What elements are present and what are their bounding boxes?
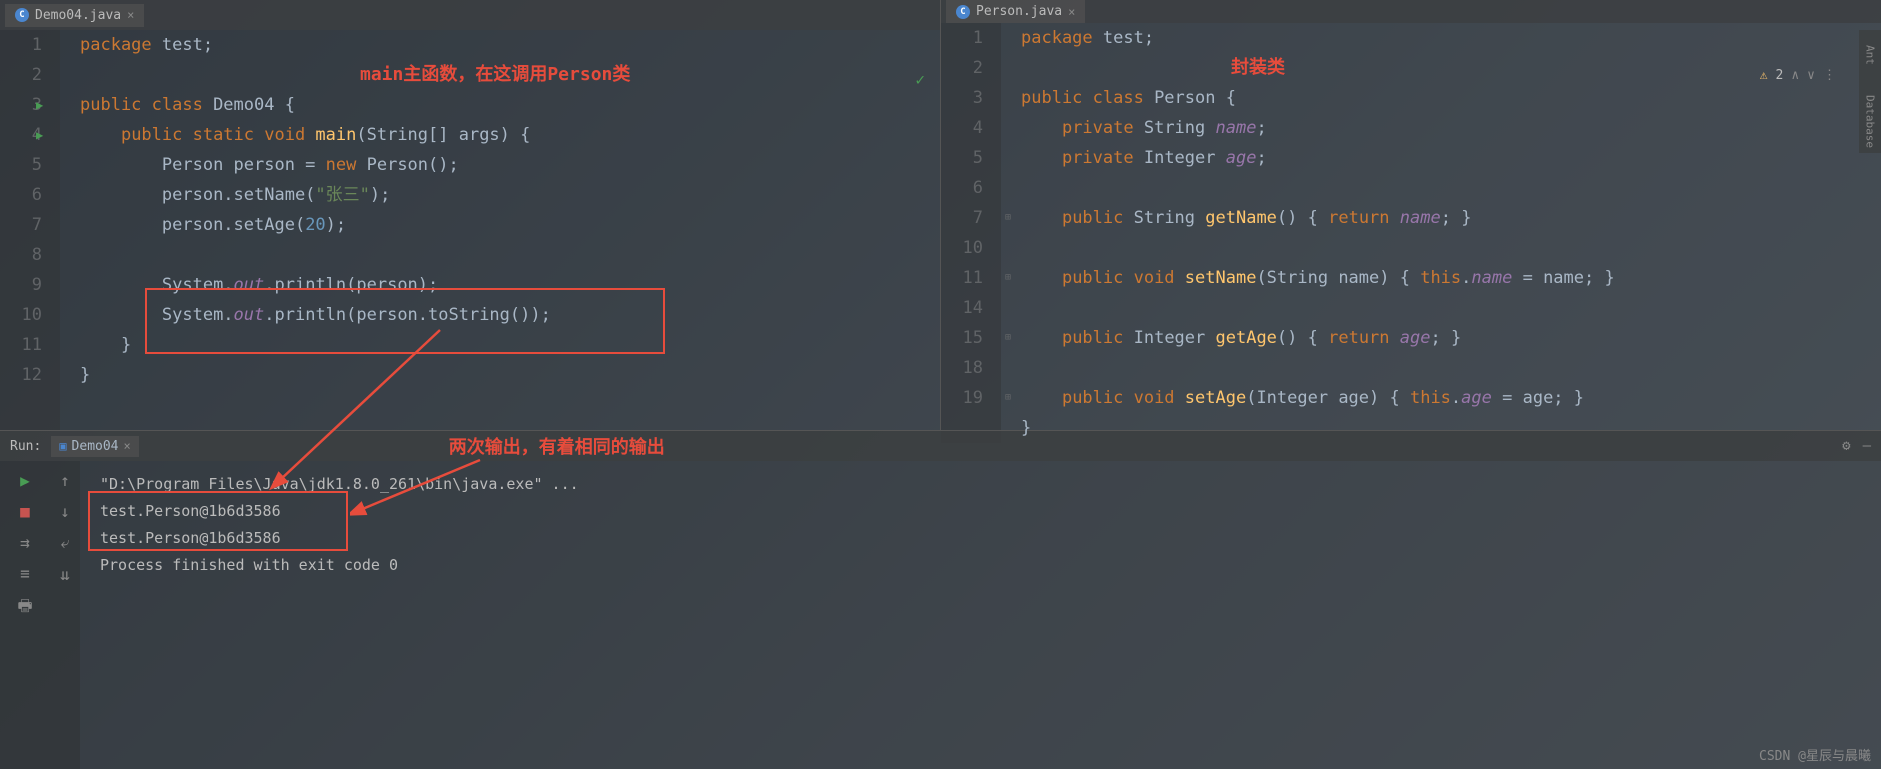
console-output[interactable]: "D:\Program Files\Java\jdk1.8.0_261\bin\… — [80, 461, 1881, 769]
code-area-right[interactable]: 1 2 3 4 5 6 7 10 11 14 15 18 19 封装类 — [941, 23, 1881, 443]
fold-icon[interactable]: ⊞ — [1005, 323, 1011, 353]
tab-bar-left: C Demo04.java × — [0, 0, 940, 30]
annotation-class: 封装类 — [1231, 53, 1285, 83]
annotation-main: main主函数，在这调用Person类 — [360, 60, 630, 90]
code-area-left[interactable]: 1 2 ▶3 ▶4 5 6 7 8 9 10 11 12 ✓ main主函数，在… — [0, 30, 940, 430]
warning-count: 2 — [1776, 61, 1784, 91]
console-toolbar-2: ↑ ↓ ⤶ ⇊ — [50, 461, 80, 769]
layout-icon[interactable]: ⇉ — [20, 533, 30, 552]
tab-label: Person.java — [976, 4, 1062, 19]
annotation-output: 两次输出，有着相同的输出 — [449, 433, 665, 459]
run-console: Run: ▣ Demo04 × 两次输出，有着相同的输出 ⚙ — ▶ ■ ⇉ ≡… — [0, 430, 1881, 769]
app-icon: ▣ — [59, 439, 66, 453]
check-icon: ✓ — [915, 65, 925, 95]
console-cmd: "D:\Program Files\Java\jdk1.8.0_261\bin\… — [100, 471, 1861, 498]
tab-person[interactable]: C Person.java × — [946, 0, 1085, 23]
tab-label: Demo04.java — [35, 8, 121, 23]
console-exit: Process finished with exit code 0 — [100, 552, 1861, 579]
wrap-icon[interactable]: ⤶ — [61, 533, 70, 553]
java-class-icon: C — [15, 8, 29, 22]
close-icon[interactable]: × — [127, 8, 134, 22]
code-lines-left[interactable]: ✓ main主函数，在这调用Person类 package test; publ… — [60, 30, 940, 430]
warning-icon: ⚠ — [1760, 61, 1768, 91]
watermark: CSDN @星辰与晨曦 — [1759, 745, 1871, 764]
down-icon[interactable]: ↓ — [60, 502, 70, 521]
print-icon[interactable]: 🖶 — [17, 595, 32, 622]
run-gutter-icon[interactable]: ▶ — [36, 90, 43, 120]
tab-demo04[interactable]: C Demo04.java × — [5, 4, 144, 27]
fold-icon[interactable]: ⊞ — [1005, 383, 1011, 413]
code-lines-right[interactable]: 封装类 ⚠ 2 ∧ ∨ ⋮ package test; public class… — [1001, 23, 1881, 443]
run-config-tab[interactable]: ▣ Demo04 × — [51, 436, 138, 457]
console-toolbar: ▶ ■ ⇉ ≡ 🖶 — [0, 461, 50, 769]
next-warning-icon[interactable]: ∨ — [1807, 61, 1815, 91]
scroll-icon[interactable]: ⇊ — [60, 565, 70, 584]
console-line: test.Person@1b6d3586 — [100, 525, 1861, 552]
console-line: test.Person@1b6d3586 — [100, 498, 1861, 525]
gutter-right: 1 2 3 4 5 6 7 10 11 14 15 18 19 — [941, 23, 1001, 443]
stop-icon[interactable]: ■ — [20, 502, 30, 521]
side-tab-database[interactable]: Database — [1864, 90, 1877, 153]
inspection-widget[interactable]: ⚠ 2 ∧ ∨ ⋮ — [1760, 61, 1836, 91]
more-icon[interactable]: ⋮ — [1823, 61, 1836, 91]
editor-pane-left: C Demo04.java × 1 2 ▶3 ▶4 5 6 7 8 9 10 — [0, 0, 941, 430]
fold-icon[interactable]: ⊞ — [1005, 263, 1011, 293]
run-config-name: Demo04 — [72, 439, 119, 454]
close-icon[interactable]: × — [1068, 5, 1075, 19]
editor-pane-right: C Person.java × 1 2 3 4 5 6 7 10 11 14 — [941, 0, 1881, 430]
run-label: Run: — [10, 439, 41, 454]
up-icon[interactable]: ↑ — [60, 471, 70, 490]
rerun-icon[interactable]: ▶ — [20, 471, 30, 490]
right-tool-strip: Ant Database — [1859, 30, 1881, 153]
gutter-left: 1 2 ▶3 ▶4 5 6 7 8 9 10 11 12 — [0, 30, 60, 430]
tab-bar-right: C Person.java × — [941, 0, 1881, 23]
run-gutter-icon[interactable]: ▶ — [36, 120, 43, 150]
prev-warning-icon[interactable]: ∧ — [1791, 61, 1799, 91]
fold-icon[interactable]: ⊞ — [1005, 203, 1011, 233]
side-tab-ant[interactable]: Ant — [1864, 40, 1877, 70]
filter-icon[interactable]: ≡ — [20, 564, 30, 583]
close-icon[interactable]: × — [124, 439, 131, 453]
java-class-icon: C — [956, 5, 970, 19]
